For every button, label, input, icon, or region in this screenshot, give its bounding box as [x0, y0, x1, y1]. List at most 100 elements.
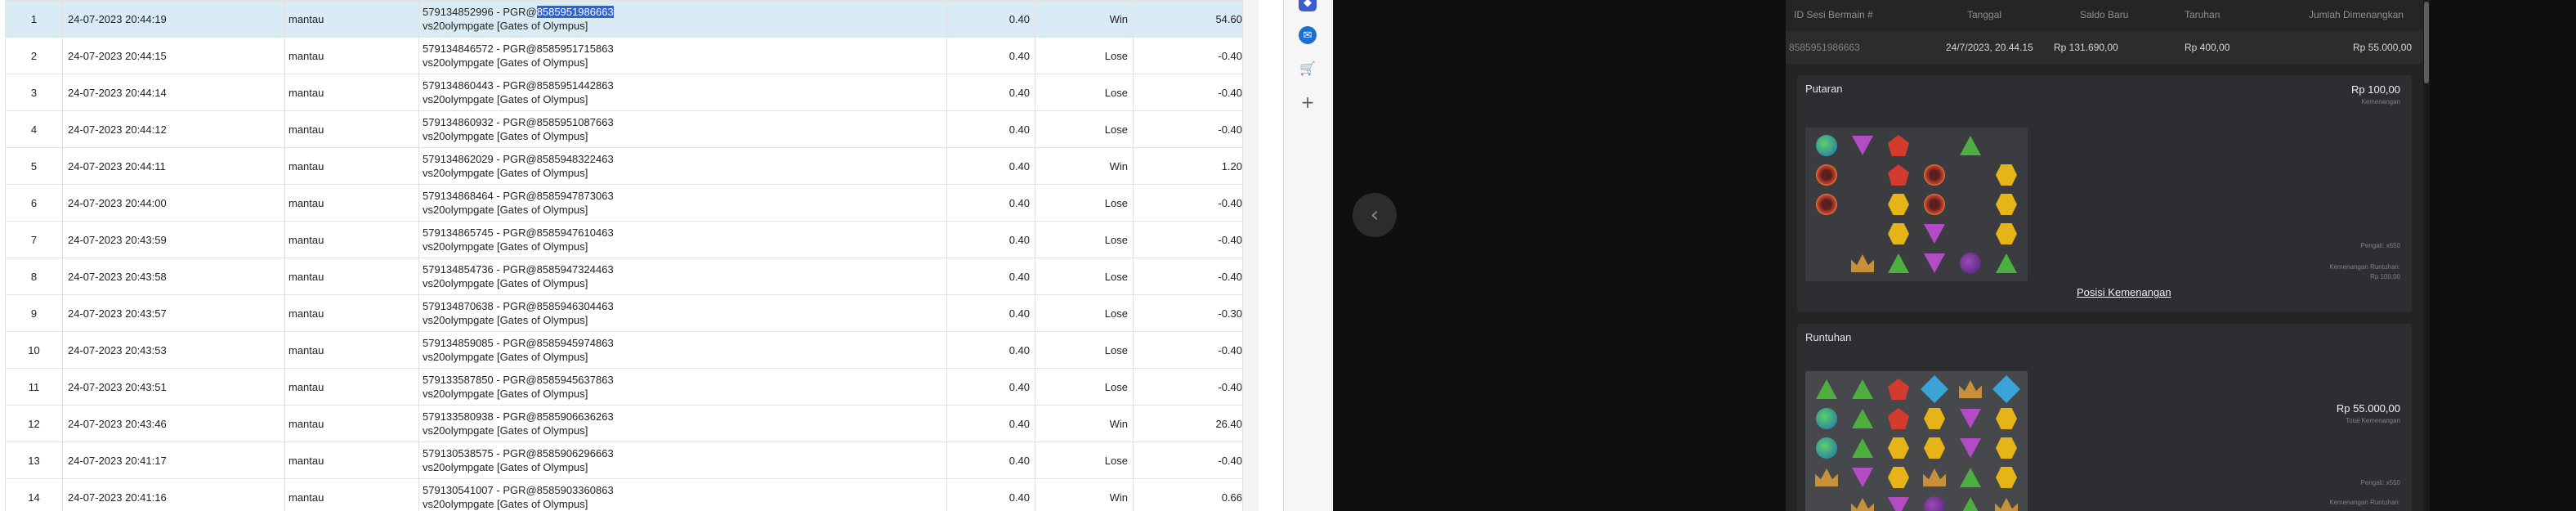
row-game: 579130541007 - PGR@8585903360863 vs20olym…	[418, 478, 947, 511]
scrollbar-thumb[interactable]	[2424, 2, 2429, 83]
table-row[interactable]: 6 24-07-2023 20:44:00 mantau 579134868464 -…	[5, 184, 1259, 222]
history-value-row: 8585951986663 24/7/2023, 20.44.15 Rp 131…	[1786, 31, 2423, 64]
table-row[interactable]: 2 24-07-2023 20:44:15 mantau 579134846572 -…	[5, 37, 1259, 74]
table-row[interactable]: 10 24-07-2023 20:43:53 mantau 579134859085 …	[5, 331, 1259, 369]
table-row[interactable]: 9 24-07-2023 20:43:57 mantau 579134870638 -…	[5, 294, 1259, 332]
header-date: Tanggal	[1967, 9, 2002, 20]
symbol-hex-icon	[1988, 433, 2024, 463]
table-row[interactable]: 4 24-07-2023 20:44:12 mantau 579134860932 -…	[5, 110, 1259, 148]
add-icon[interactable]: +	[1299, 92, 1317, 112]
game-name: vs20olympgate [Gates of Olympus]	[423, 314, 588, 326]
previous-arrow-icon[interactable]: ‹	[1353, 193, 1397, 237]
row-amount: 1.20	[1133, 147, 1248, 185]
extension-icon[interactable]: ◆	[1299, 0, 1317, 11]
tumble-amount-sub: Total Kemenangan	[2346, 417, 2400, 424]
row-game: 579134852996 - PGR@8585951986663 vs20olym…	[418, 0, 947, 38]
symbol-ring-icon	[1916, 160, 1952, 190]
row-amount: -0.40	[1133, 37, 1248, 74]
outlook-icon[interactable]: ✉	[1299, 26, 1317, 44]
table-row[interactable]: 12 24-07-2023 20:43:46 mantau 579133580938 …	[5, 405, 1259, 442]
game-id: 579134865745 - PGR@8585947610463	[423, 226, 614, 239]
symbol-tri-icon	[1952, 463, 1988, 492]
game-name: vs20olympgate [Gates of Olympus]	[423, 167, 588, 179]
symbol-ring-icon	[1916, 190, 1952, 219]
win-total-value: Rp 55.000,00	[2353, 42, 2413, 53]
row-date: 24-07-2023 20:44:19	[62, 0, 285, 38]
table-scrollbar[interactable]	[1242, 0, 1259, 511]
row-result: Lose	[1035, 37, 1134, 74]
row-user: mantau	[284, 0, 419, 38]
symbol-empty-icon	[1845, 160, 1881, 190]
symbol-red-icon	[1881, 404, 1916, 433]
row-number: 3	[5, 74, 63, 111]
row-date: 24-07-2023 20:44:12	[62, 110, 285, 148]
row-date: 24-07-2023 20:44:00	[62, 184, 285, 222]
row-number: 14	[5, 478, 63, 511]
symbol-hex-icon	[1988, 190, 2024, 219]
game-id: 579134860932 - PGR@8585951087663	[423, 116, 614, 128]
game-id: 579134846572 - PGR@8585951715863	[423, 43, 614, 55]
symbol-tri-icon	[1988, 249, 2024, 278]
game-name: vs20olympgate [Gates of Olympus]	[423, 130, 588, 142]
game-name: vs20olympgate [Gates of Olympus]	[423, 498, 588, 510]
history-scrollbar[interactable]	[2423, 0, 2430, 511]
symbol-hex-icon	[1988, 160, 2024, 190]
symbol-ring-icon	[1809, 190, 1845, 219]
row-game: 579134854736 - PGR@8585947324463 vs20olym…	[418, 258, 947, 295]
row-game: 579134868464 - PGR@8585947873063 vs20olym…	[418, 184, 947, 222]
symbol-crown-icon	[1916, 463, 1952, 492]
row-user: mantau	[284, 147, 419, 185]
browser-sidebar: ◆ ✉ 🛒 +	[1283, 0, 1332, 511]
symbol-empty-icon	[1952, 190, 1988, 219]
row-result: Lose	[1035, 221, 1134, 258]
row-game: 579134870638 - PGR@8585946304463 vs20olym…	[418, 294, 947, 332]
game-id: 579133587850 - PGR@8585945637863	[423, 374, 614, 386]
symbol-tri-icon	[1809, 374, 1845, 404]
row-result: Win	[1035, 147, 1134, 185]
row-date: 24-07-2023 20:43:51	[62, 368, 285, 406]
winning-position-link[interactable]: Posisi Kemenangan	[2077, 286, 2171, 298]
row-number: 7	[5, 221, 63, 258]
symbol-ring-icon	[1809, 160, 1845, 190]
symbol-hex-icon	[1916, 404, 1952, 433]
history-header-row: ID Sesi Bermain # Tanggal Saldo Baru Tar…	[1786, 0, 2423, 31]
row-result: Win	[1035, 0, 1134, 38]
table-row[interactable]: 7 24-07-2023 20:43:59 mantau 579134865745 -…	[5, 221, 1259, 258]
symbol-hex-icon	[1881, 433, 1916, 463]
table-row[interactable]: 3 24-07-2023 20:44:14 mantau 579134860443 -…	[5, 74, 1259, 111]
row-bet: 0.40	[946, 110, 1035, 148]
history-panel: ID Sesi Bermain # Tanggal Saldo Baru Tar…	[1786, 0, 2423, 511]
row-amount: 0.66	[1133, 478, 1248, 511]
symbol-crown-icon	[1988, 492, 2024, 511]
table-row[interactable]: 8 24-07-2023 20:43:58 mantau 579134854736 -…	[5, 258, 1259, 295]
row-bet: 0.40	[946, 258, 1035, 295]
row-number: 6	[5, 184, 63, 222]
spin-tumble-win-note: Kemenangan Runtuhan:	[2329, 263, 2400, 271]
row-user: mantau	[284, 478, 419, 511]
row-number: 11	[5, 368, 63, 406]
table-row[interactable]: 1 24-07-2023 20:44:19 mantau 579134852996 -…	[5, 0, 1259, 38]
spin-title: Putaran	[1805, 83, 1843, 95]
row-user: mantau	[284, 294, 419, 332]
symbol-ball-icon	[1809, 433, 1845, 463]
row-result: Lose	[1035, 110, 1134, 148]
symbol-tri-pur-icon	[1881, 492, 1916, 511]
table-row[interactable]: 13 24-07-2023 20:41:17 mantau 579130538575 …	[5, 442, 1259, 479]
game-id: 579134868464 - PGR@8585947873063	[423, 190, 614, 202]
table-row[interactable]: 11 24-07-2023 20:43:51 mantau 579133587850 …	[5, 368, 1259, 406]
table-row[interactable]: 5 24-07-2023 20:44:11 mantau 579134862029 -…	[5, 147, 1259, 185]
game-history-overlay: ‹ ID Sesi Bermain # Tanggal Saldo Baru T…	[1333, 0, 2576, 511]
row-number: 10	[5, 331, 63, 369]
game-id: 579133580938 - PGR@8585906636263	[423, 410, 614, 423]
row-date: 24-07-2023 20:44:11	[62, 147, 285, 185]
row-result: Lose	[1035, 331, 1134, 369]
table-row[interactable]: 14 24-07-2023 20:41:16 mantau 579130541007 …	[5, 478, 1259, 511]
symbol-ball-icon	[1809, 404, 1845, 433]
header-session-id: ID Sesi Bermain #	[1794, 9, 1873, 20]
game-id: 579134870638 - PGR@8585946304463	[423, 300, 614, 312]
shopping-icon[interactable]: 🛒	[1299, 59, 1317, 77]
symbol-hex-icon	[1916, 433, 1952, 463]
row-result: Win	[1035, 478, 1134, 511]
symbol-empty-icon	[1952, 219, 1988, 249]
balance-value: Rp 131.690,00	[2054, 42, 2118, 53]
